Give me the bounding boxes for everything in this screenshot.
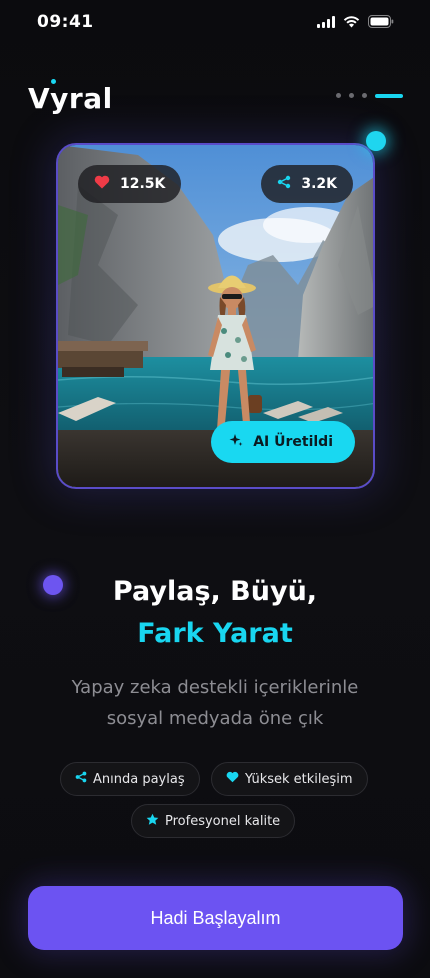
page-dot [362, 93, 367, 98]
cellular-signal-icon [317, 15, 335, 28]
app-logo: Vyral [28, 82, 113, 115]
feature-chip-instant-share: Anında paylaş [60, 762, 200, 796]
subtitle-line-1: Yapay zeka destekli içeriklerinle [71, 677, 359, 698]
onboarding-screen: 09:41 Vyral 12.5K 3.2K AI Üretildi Payla… [0, 0, 430, 978]
subtitle-line-2: sosyal medyada öne çık [106, 708, 324, 729]
likes-count: 12.5K [120, 176, 166, 192]
feature-chip-professional-quality: Profesyonel kalite [131, 804, 296, 838]
feature-label: Yüksek etkileşim [245, 771, 353, 787]
page-dot [349, 93, 354, 98]
get-started-button[interactable]: Hadi Başlayalım [28, 886, 403, 950]
card-accent-dot [366, 131, 386, 151]
heart-icon [226, 771, 239, 787]
logo-accent-dot [51, 79, 56, 84]
ai-generated-badge: AI Üretildi [211, 421, 355, 463]
headline-accent: Fark Yarat [137, 618, 293, 649]
page-dot-active [375, 93, 403, 98]
share-icon [277, 175, 291, 193]
heart-icon [94, 175, 110, 193]
headline-primary: Paylaş, Büyü, [112, 576, 318, 607]
feature-label: Profesyonel kalite [165, 813, 281, 829]
sparkle-icon [229, 433, 243, 451]
page-indicator [336, 93, 403, 98]
shares-count: 3.2K [301, 176, 337, 192]
share-icon [75, 771, 87, 787]
subtitle: Yapay zeka destekli içeriklerinle sosyal… [0, 672, 430, 734]
status-bar: 09:41 [0, 0, 430, 46]
status-icons [317, 15, 394, 28]
feature-label: Anında paylaş [93, 771, 185, 787]
battery-icon [368, 15, 394, 28]
hero-preview-card: 12.5K 3.2K AI Üretildi [56, 143, 375, 489]
page-dot [336, 93, 341, 98]
likes-pill: 12.5K [78, 165, 182, 203]
ai-badge-label: AI Üretildi [253, 434, 333, 450]
star-icon [146, 813, 159, 830]
shares-pill: 3.2K [261, 165, 353, 203]
wifi-icon [343, 15, 360, 28]
status-time: 09:41 [37, 12, 94, 32]
feature-chip-high-engagement: Yüksek etkileşim [211, 762, 368, 796]
